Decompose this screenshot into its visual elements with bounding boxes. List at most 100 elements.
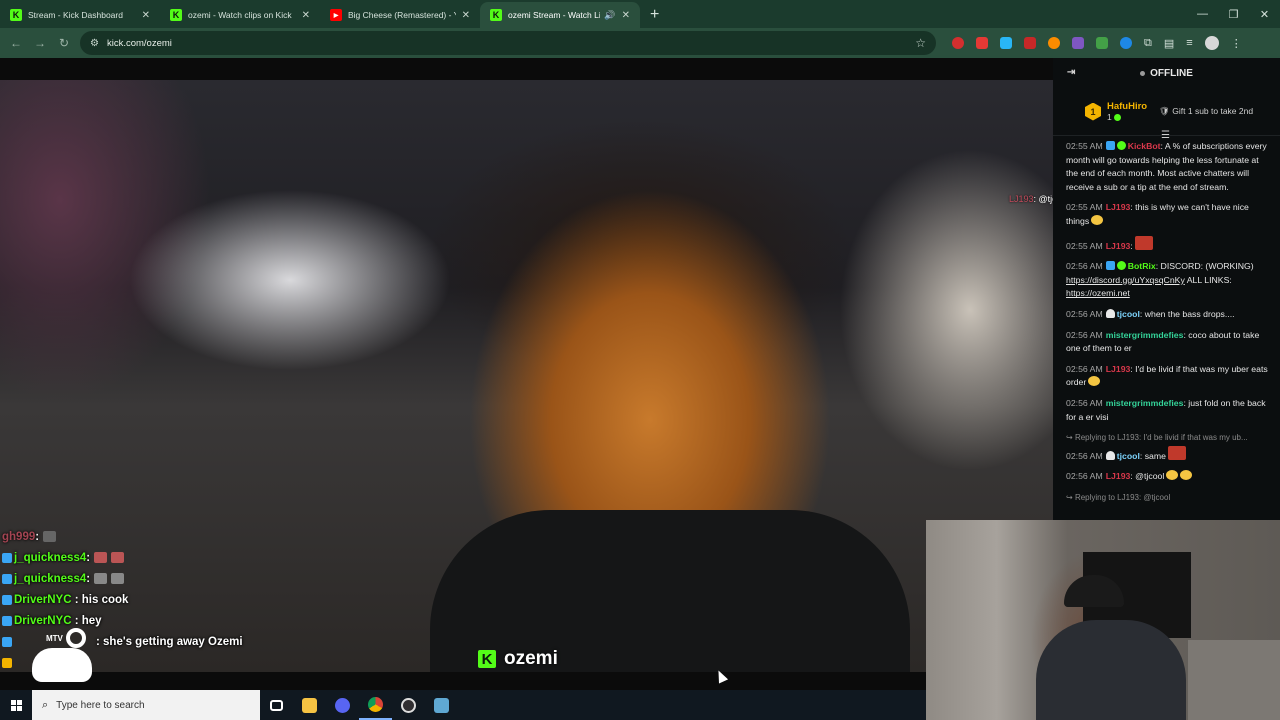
extension-green-icon[interactable] [1096,37,1108,49]
search-placeholder: Type here to search [56,699,145,711]
chat-message: 02:56 AM tjcool: when the bass drops.... [1066,308,1272,322]
tab-kick-clips[interactable]: K ozemi - Watch clips on Kick ✕ [160,2,320,28]
obs-button[interactable] [392,690,425,720]
channel-logo-text: ozemi [504,648,558,669]
message-username[interactable]: mistergrimmdefies [1106,398,1184,408]
windows-logo-icon [10,699,22,711]
reply-text: Replying to LJ193: @tjcool [1074,492,1171,502]
tab-strip: K Stream - Kick Dashboard ✕ K ozemi - Wa… [0,0,1280,28]
message-username[interactable]: tjcool [1117,451,1140,461]
overlay-chat-line: DriverNYC : his cook [2,589,302,610]
chat-message: 02:56 AM mistergrimmdefies: coco about to… [1066,329,1272,356]
overlay-chat-text: she's getting away Ozemi [103,635,243,648]
tab-ozemi-stream[interactable]: K ozemi Stream - Watch Live 🔊 ✕ [480,2,640,28]
extensions-puzzle-icon[interactable]: ⧉ [1144,37,1152,50]
kick-icon: K [478,650,496,668]
speaker-icon[interactable]: 🔊 [604,10,615,21]
emote-icon [111,573,125,584]
overlay-chat-user: DriverNYC [14,593,72,606]
message-time: 02:56 AM [1066,471,1103,482]
tab-kick-dashboard[interactable]: K Stream - Kick Dashboard ✕ [0,2,160,28]
close-tab-icon[interactable]: ✕ [462,10,470,21]
profile-avatar[interactable] [1204,36,1219,50]
bot-badge-icon [1116,261,1126,271]
window-controls: — ❐ ✕ [1187,0,1280,28]
discord-button[interactable] [326,690,359,720]
site-info-icon[interactable]: ⚙ [90,38,99,49]
separator: : [86,551,91,564]
tab-search-icon[interactable]: ≡ [1186,37,1192,49]
menu-kebab-icon[interactable]: ⋮ [1231,37,1242,50]
notepad-button[interactable] [425,690,458,720]
gift-sub-button[interactable]: 🛡 Gift 1 sub to take 2nd [1159,106,1253,117]
bookmark-star-icon[interactable]: ☆ [915,36,926,50]
task-view-icon [270,699,283,711]
message-username[interactable]: LJ193 [1106,364,1131,374]
gift-leaderboard: 1 HafuHiro 1 🛡 Gift 1 sub to take 2nd [1053,88,1280,136]
close-window-button[interactable]: ✕ [1249,0,1280,28]
restore-button[interactable]: ❐ [1218,0,1249,28]
taskbar-search[interactable]: ⌕ Type here to search [32,690,260,720]
discord-icon [335,697,350,713]
reload-icon[interactable]: ↻ [52,36,76,50]
tab-youtube[interactable]: ▶ Big Cheese (Remastered) - YouT ✕ [320,2,480,28]
verified-badge-icon [1105,261,1115,271]
overlay-chat-user: j_quickness4 [14,551,87,564]
url-text[interactable]: kick.com/ozemi [107,38,172,49]
message-username[interactable]: LJ193 [1106,471,1131,481]
search-icon: ⌕ [42,698,49,711]
extension-shield-icon[interactable] [976,37,988,49]
chat-message: 02:55 AM KickBot: A % of subscriptions ev… [1066,140,1272,194]
gift-sub-label: Gift 1 sub to take 2nd [1172,106,1254,116]
extension-bird-icon[interactable] [1000,37,1012,49]
extension-info-icon[interactable] [1120,37,1132,49]
media-controls-icon[interactable]: ▤ [1164,37,1174,50]
message-username[interactable]: KickBot [1128,141,1161,151]
video-player[interactable]: LJ193: @tjcool have gh999: j_quickness4:… [0,58,1053,690]
offline-dot-icon [1140,70,1146,76]
message-username[interactable]: LJ193 [1106,202,1131,212]
close-tab-icon[interactable]: ✕ [302,10,310,21]
channel-logo: K ozemi [478,648,558,670]
reply-context[interactable]: ↪ Replying to LJ193: @tjcool [1066,491,1272,505]
emote-icon [94,573,108,584]
back-icon[interactable]: ← [4,36,28,50]
expand-pinned-icon[interactable]: ☰ [1161,130,1170,141]
new-tab-button[interactable]: + [640,2,669,28]
extension-orange-icon[interactable] [1048,37,1060,49]
message-username[interactable]: tjcool [1117,309,1140,319]
discord-link[interactable]: https://discord.gg/uYxqsqCnKy [1066,275,1185,285]
extension-square-icon[interactable] [1024,37,1036,49]
forward-icon[interactable]: → [28,36,52,50]
overlay-chat-user: DriverNYC [14,614,72,627]
website-link[interactable]: https://ozemi.net [1066,288,1130,298]
collapse-chat-icon[interactable]: ⇥ [1067,67,1075,78]
message-time: 02:55 AM [1066,141,1103,151]
reply-context[interactable]: ↪ Replying to LJ193: I'd be livid if tha… [1066,431,1272,445]
overlay-chat-line: j_quickness4: [2,547,302,568]
close-tab-icon[interactable]: ✕ [622,10,630,21]
start-button[interactable] [0,690,32,720]
address-bar[interactable]: ⚙ kick.com/ozemi ☆ [80,31,936,55]
tab-title: Big Cheese (Remastered) - YouT [348,10,456,20]
message-username[interactable]: BotRix [1128,261,1156,271]
extension-red-icon[interactable] [952,37,964,49]
close-tab-icon[interactable]: ✕ [142,10,150,21]
leaderboard-user[interactable]: HafuHiro 1 [1107,101,1147,122]
message-username[interactable]: mistergrimmdefies [1106,330,1184,340]
file-explorer-button[interactable] [293,690,326,720]
mtv-mascot-icon [32,648,92,682]
streamer [1036,620,1186,720]
task-view-button[interactable] [260,690,293,720]
emote-icon [43,531,57,542]
extension-purple-icon[interactable] [1072,37,1084,49]
message-username[interactable]: LJ193 [1106,241,1131,251]
message-time: 02:56 AM [1066,397,1103,408]
chrome-button[interactable] [359,690,392,720]
overlay-chat-user: j_quickness4 [14,572,87,585]
verified-badge-icon [1105,141,1115,150]
minimize-button[interactable]: — [1187,0,1218,28]
chat-message: 02:56 AM LJ193: I'd be livid if that was … [1066,363,1272,390]
tab-title: ozemi Stream - Watch Live [508,10,601,20]
obs-icon [401,697,416,713]
